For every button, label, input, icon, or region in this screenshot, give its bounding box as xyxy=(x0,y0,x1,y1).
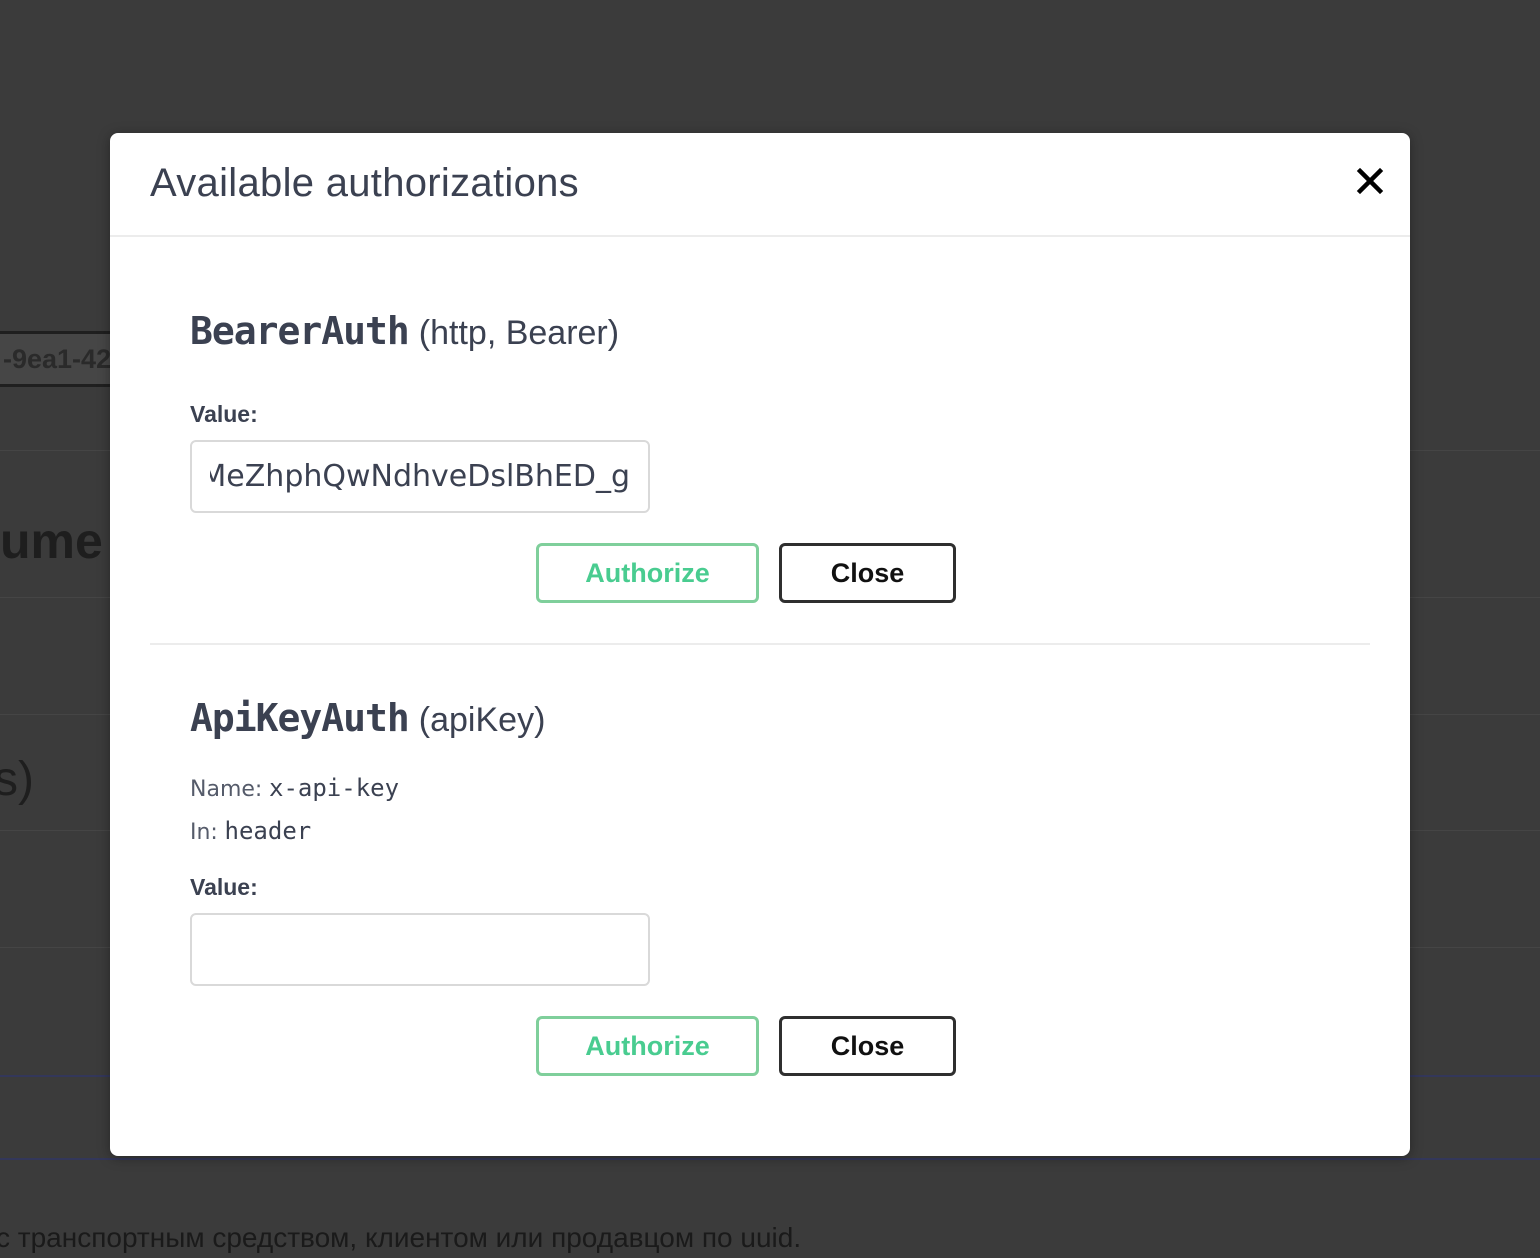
apikey-auth-type: (apiKey) xyxy=(418,701,546,739)
apikey-authorize-button[interactable]: Authorize xyxy=(536,1016,759,1076)
apikey-auth-title: ApiKeyAuth (apiKey) xyxy=(190,696,545,740)
auth-modal: Available authorizations BearerAuth (http… xyxy=(110,133,1410,1156)
apikey-name-value: x-api-key xyxy=(269,774,400,802)
bearer-value-label: Value: xyxy=(190,401,258,427)
apikey-in-label: In: xyxy=(190,820,218,845)
bearer-auth-type: (http, Bearer) xyxy=(418,314,620,352)
bg-uuid-chip: -9ea1-42 xyxy=(0,331,124,387)
apikey-name-label: Name: xyxy=(190,777,263,802)
bearer-value-input[interactable] xyxy=(190,440,650,513)
section-divider xyxy=(150,643,1370,645)
apikey-in-value: header xyxy=(224,817,312,845)
apikey-name-row: Name: x-api-key xyxy=(190,774,399,803)
bearer-authorize-button[interactable]: Authorize xyxy=(536,543,759,603)
bg-heading: ume xyxy=(0,513,103,569)
bearer-auth-name: BearerAuth xyxy=(190,309,410,353)
bearer-auth-section: BearerAuth(http, Bearer) Value: Authoriz… xyxy=(190,309,1330,609)
bg-accent-line xyxy=(0,1158,1540,1160)
bg-description: с транспортным средством, клиентом или п… xyxy=(0,1222,802,1253)
modal-title: Available authorizations xyxy=(150,161,579,205)
apikey-auth-name: ApiKeyAuth xyxy=(190,696,410,740)
apikey-value-label: Value: xyxy=(190,874,258,900)
bearer-close-button[interactable]: Close xyxy=(779,543,956,603)
apikey-auth-section: ApiKeyAuth (apiKey) Name: x-api-key In: h… xyxy=(190,696,1330,1096)
close-icon[interactable] xyxy=(1354,165,1386,197)
bearer-auth-title: BearerAuth (http, Bearer) xyxy=(190,309,619,353)
bg-paren-text: s) xyxy=(0,753,34,806)
apikey-close-button[interactable]: Close xyxy=(779,1016,956,1076)
modal-header: Available authorizations xyxy=(110,133,1410,237)
apikey-value-input[interactable] xyxy=(190,913,650,986)
apikey-in-row: In: header xyxy=(190,817,311,846)
